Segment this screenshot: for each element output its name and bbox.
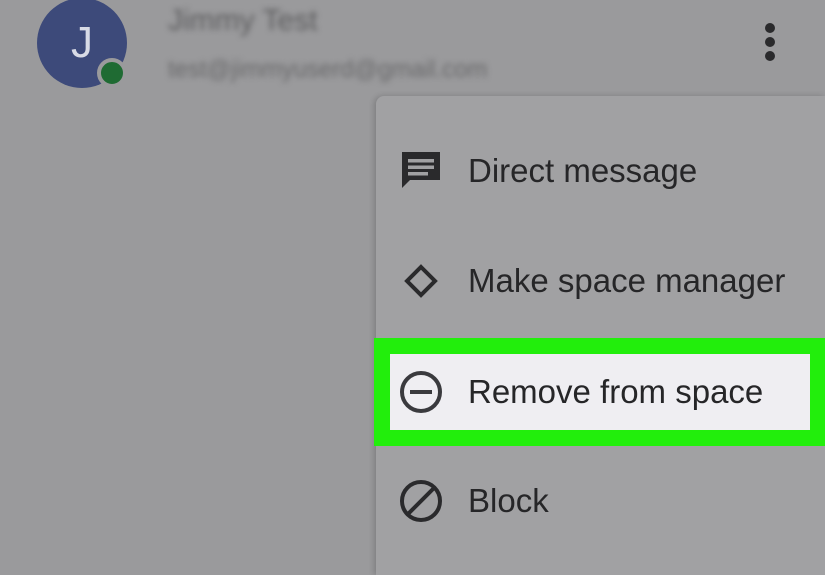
menu-item-make-space-manager[interactable]: Make space manager — [376, 226, 825, 336]
member-name: Jimmy Test — [168, 4, 318, 37]
avatar-initial: J — [71, 18, 93, 67]
menu-item-label: Make space manager — [468, 262, 786, 299]
menu-item-remove-from-space[interactable]: Remove from space — [390, 354, 810, 430]
more-options-button[interactable] — [750, 20, 790, 64]
member-email: test@jimmyuserd@gmail.com — [168, 56, 488, 83]
block-icon — [398, 478, 444, 524]
member-row[interactable]: J Jimmy Test test@jimmyuserd@gmail.com — [0, 0, 825, 96]
diamond-icon — [398, 258, 444, 304]
menu-item-label: Block — [468, 482, 549, 519]
presence-status-icon — [97, 58, 127, 88]
menu-item-block[interactable]: Block — [376, 446, 825, 556]
chat-bubble-icon — [398, 148, 444, 194]
menu-item-direct-message[interactable]: Direct message — [376, 116, 825, 226]
member-options-menu: Direct message Make space manager Block — [376, 96, 825, 575]
menu-item-label: Direct message — [468, 152, 698, 189]
remove-circle-icon — [398, 369, 444, 415]
more-vert-icon — [765, 23, 775, 61]
menu-item-label: Remove from space — [468, 373, 764, 410]
